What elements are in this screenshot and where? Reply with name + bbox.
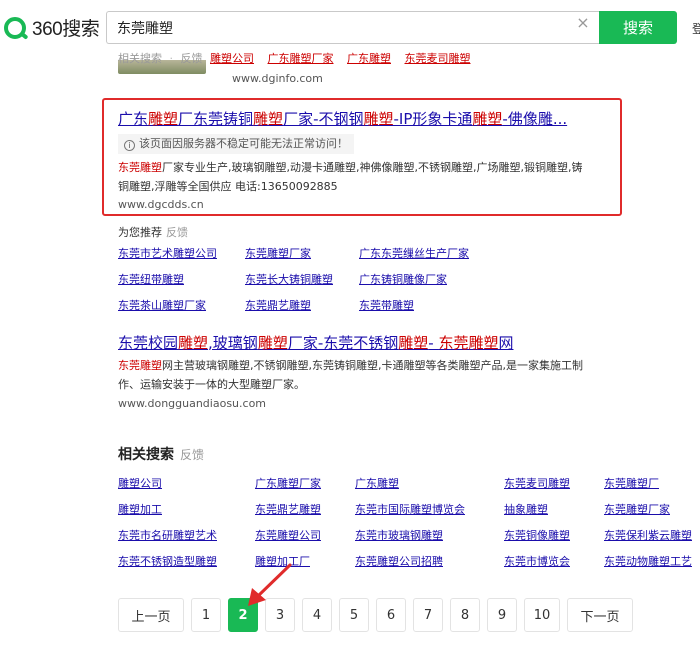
annotation-arrow-icon	[248, 563, 292, 606]
